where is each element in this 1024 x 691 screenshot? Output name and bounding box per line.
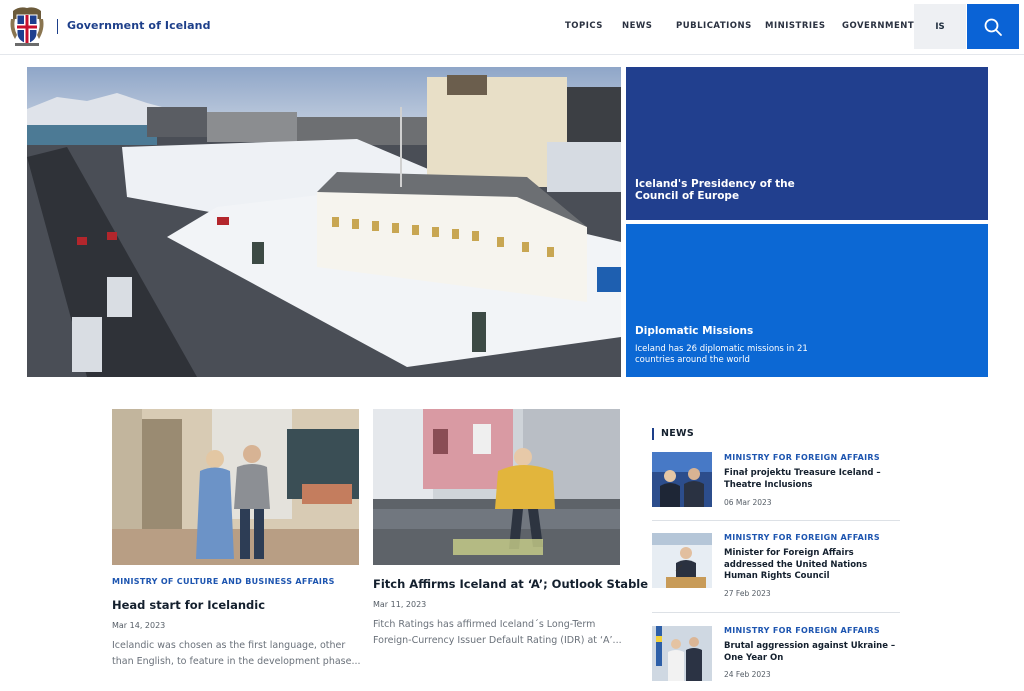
site-brand[interactable]: Government of Iceland (67, 19, 211, 32)
article-date: Mar 14, 2023 (112, 621, 166, 630)
nav-topics[interactable]: TOPICS (565, 21, 603, 35)
article-date: Mar 11, 2023 (373, 600, 427, 609)
news-separator (652, 612, 900, 613)
news-date: 27 Feb 2023 (724, 589, 771, 598)
article-category[interactable]: MINISTRY OF CULTURE AND BUSINESS AFFAIRS (112, 577, 335, 586)
news-thumbnail[interactable] (652, 452, 712, 507)
hero-photo-illustration (27, 67, 621, 377)
news-category[interactable]: MINISTRY FOR FOREIGN AFFAIRS (724, 533, 880, 542)
news-title[interactable]: Minister for Foreign Affairs addressed t… (724, 548, 900, 583)
nav-ministries[interactable]: MINISTRIES (765, 21, 825, 35)
news-date: 06 Mar 2023 (724, 498, 772, 507)
language-label: IS (935, 21, 945, 32)
news-separator (652, 520, 900, 521)
nav-government[interactable]: GOVERNMENT (842, 21, 914, 35)
article-photo-illustration (112, 409, 359, 565)
nav-publications[interactable]: PUBLICATIONS (676, 21, 752, 35)
news-thumbnail[interactable] (652, 626, 712, 681)
tile-title: Diplomatic Missions (635, 325, 754, 337)
news-thumbnail[interactable] (652, 533, 712, 588)
article-title[interactable]: Head start for Icelandic (112, 598, 265, 612)
article-title[interactable]: Fitch Affirms Iceland at ‘A’; Outlook St… (373, 577, 648, 591)
tile-diplomatic-missions[interactable]: Diplomatic Missions Iceland has 26 diplo… (626, 224, 988, 377)
search-button[interactable] (967, 4, 1019, 49)
hero-image[interactable] (27, 67, 621, 377)
article-photo-illustration (373, 409, 620, 565)
article-image-fitch[interactable] (373, 409, 620, 565)
tile-description: Iceland has 26 diplomatic missions in 21… (635, 344, 808, 365)
site-header: Government of Iceland TOPICS NEWS PUBLIC… (0, 0, 1024, 55)
search-icon (984, 18, 1002, 36)
article-excerpt: Fitch Ratings has affirmed Iceland´s Lon… (373, 619, 622, 646)
news-heading: NEWS (652, 428, 694, 440)
news-title[interactable]: Brutal aggression against Ukraine – One … (724, 641, 900, 664)
news-category[interactable]: MINISTRY FOR FOREIGN AFFAIRS (724, 626, 880, 635)
tile-council-of-europe[interactable]: Iceland's Presidency of the Council of E… (626, 67, 988, 220)
language-switch-button[interactable]: IS (914, 4, 966, 49)
tile-title: Iceland's Presidency of the Council of E… (635, 178, 795, 202)
brand-divider (57, 19, 58, 34)
nav-news[interactable]: NEWS (622, 21, 652, 35)
article-excerpt: Icelandic was chosen as the first langua… (112, 640, 361, 667)
article-image-icelandic[interactable] (112, 409, 359, 565)
coat-of-arms-icon[interactable] (9, 5, 45, 47)
news-category[interactable]: MINISTRY FOR FOREIGN AFFAIRS (724, 453, 880, 462)
news-date: 24 Feb 2023 (724, 670, 771, 679)
news-title[interactable]: Finał projektu Treasure Iceland – Theatr… (724, 468, 900, 491)
